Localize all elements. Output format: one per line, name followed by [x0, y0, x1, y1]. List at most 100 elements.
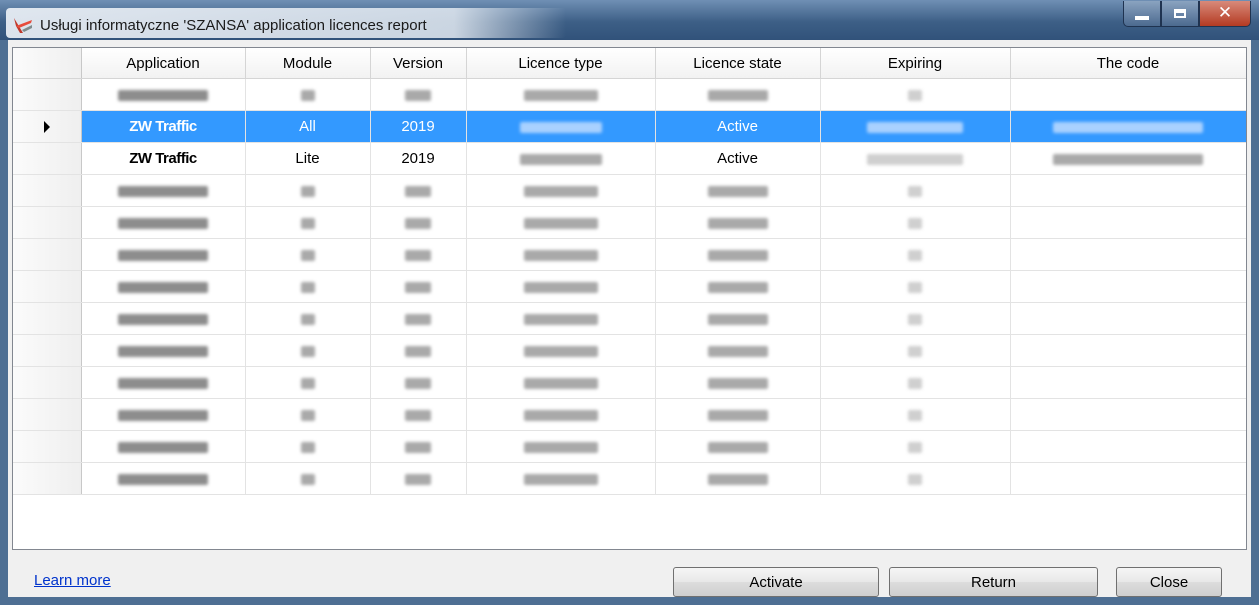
cell-state[interactable]: Active — [655, 142, 821, 175]
cell-expiring[interactable] — [820, 430, 1011, 463]
cell-state[interactable]: Active — [655, 110, 821, 143]
cell-code[interactable] — [1010, 238, 1246, 271]
cell-app[interactable] — [81, 366, 246, 399]
cell-version[interactable] — [370, 302, 467, 335]
table-row[interactable] — [13, 430, 1246, 463]
cell-code[interactable] — [1010, 270, 1246, 303]
cell-module[interactable] — [245, 238, 371, 271]
cell-module[interactable] — [245, 270, 371, 303]
cell-state[interactable] — [655, 398, 821, 431]
cell-code[interactable] — [1010, 78, 1246, 111]
cell-version[interactable] — [370, 174, 467, 207]
cell-state[interactable] — [655, 206, 821, 239]
close-window-button[interactable]: ✕ — [1199, 1, 1251, 27]
cell-state[interactable] — [655, 366, 821, 399]
cell-type[interactable] — [466, 238, 656, 271]
cell-type[interactable] — [466, 334, 656, 367]
cell-state[interactable] — [655, 462, 821, 495]
learn-more-link[interactable]: Learn more — [34, 572, 111, 589]
cell-type[interactable] — [466, 142, 656, 175]
cell-version[interactable] — [370, 238, 467, 271]
cell-version[interactable] — [370, 366, 467, 399]
cell-expiring[interactable] — [820, 142, 1011, 175]
cell-app[interactable] — [81, 334, 246, 367]
cell-module[interactable]: All — [245, 110, 371, 143]
cell-state[interactable] — [655, 334, 821, 367]
cell-code[interactable] — [1010, 142, 1246, 175]
cell-module[interactable] — [245, 174, 371, 207]
row-header[interactable] — [13, 270, 82, 303]
column-header-expiring[interactable]: Expiring — [820, 48, 1011, 79]
cell-type[interactable] — [466, 206, 656, 239]
cell-app[interactable] — [81, 302, 246, 335]
cell-code[interactable] — [1010, 430, 1246, 463]
table-row[interactable]: ZW Traffic Lite 2019 Active — [13, 142, 1246, 175]
cell-type[interactable] — [466, 110, 656, 143]
cell-module[interactable] — [245, 302, 371, 335]
table-row[interactable] — [13, 366, 1246, 399]
cell-version[interactable] — [370, 206, 467, 239]
cell-module[interactable] — [245, 462, 371, 495]
cell-state[interactable] — [655, 270, 821, 303]
table-row[interactable] — [13, 270, 1246, 303]
table-row[interactable] — [13, 78, 1246, 111]
cell-code[interactable] — [1010, 174, 1246, 207]
return-button[interactable]: Return — [889, 567, 1098, 597]
row-header[interactable] — [13, 398, 82, 431]
cell-app[interactable] — [81, 206, 246, 239]
cell-version[interactable]: 2019 — [370, 110, 467, 143]
cell-type[interactable] — [466, 430, 656, 463]
table-row[interactable] — [13, 398, 1246, 431]
cell-version[interactable] — [370, 430, 467, 463]
cell-expiring[interactable] — [820, 238, 1011, 271]
maximize-button[interactable] — [1161, 1, 1199, 27]
table-row[interactable] — [13, 206, 1246, 239]
row-header[interactable] — [13, 462, 82, 495]
cell-expiring[interactable] — [820, 270, 1011, 303]
cell-code[interactable] — [1010, 302, 1246, 335]
column-header-application[interactable]: Application — [81, 48, 246, 79]
cell-expiring[interactable] — [820, 206, 1011, 239]
cell-module[interactable] — [245, 78, 371, 111]
cell-expiring[interactable] — [820, 462, 1011, 495]
cell-app[interactable] — [81, 174, 246, 207]
cell-module[interactable] — [245, 398, 371, 431]
cell-code[interactable] — [1010, 334, 1246, 367]
cell-module[interactable] — [245, 206, 371, 239]
cell-expiring[interactable] — [820, 398, 1011, 431]
table-row[interactable] — [13, 302, 1246, 335]
cell-version[interactable]: 2019 — [370, 142, 467, 175]
row-header[interactable] — [13, 238, 82, 271]
cell-module[interactable] — [245, 334, 371, 367]
cell-app[interactable]: ZW Traffic — [81, 110, 246, 143]
row-header[interactable] — [13, 334, 82, 367]
row-header[interactable] — [13, 142, 82, 175]
cell-code[interactable] — [1010, 398, 1246, 431]
minimize-button[interactable] — [1123, 1, 1161, 27]
row-header[interactable] — [13, 110, 82, 143]
cell-state[interactable] — [655, 430, 821, 463]
row-header[interactable] — [13, 366, 82, 399]
cell-expiring[interactable] — [820, 302, 1011, 335]
cell-module[interactable] — [245, 430, 371, 463]
row-header[interactable] — [13, 430, 82, 463]
cell-app[interactable] — [81, 78, 246, 111]
cell-version[interactable] — [370, 398, 467, 431]
cell-version[interactable] — [370, 78, 467, 111]
cell-type[interactable] — [466, 366, 656, 399]
cell-code[interactable] — [1010, 462, 1246, 495]
row-header[interactable] — [13, 302, 82, 335]
cell-type[interactable] — [466, 270, 656, 303]
cell-type[interactable] — [466, 462, 656, 495]
cell-state[interactable] — [655, 174, 821, 207]
cell-version[interactable] — [370, 462, 467, 495]
title-bar[interactable]: Usługi informatyczne 'SZANSA' applicatio… — [0, 0, 1259, 40]
column-header-the-code[interactable]: The code — [1010, 48, 1246, 79]
cell-app[interactable] — [81, 270, 246, 303]
cell-expiring[interactable] — [820, 366, 1011, 399]
cell-code[interactable] — [1010, 206, 1246, 239]
cell-type[interactable] — [466, 302, 656, 335]
column-header-version[interactable]: Version — [370, 48, 467, 79]
cell-expiring[interactable] — [820, 78, 1011, 111]
row-header[interactable] — [13, 78, 82, 111]
